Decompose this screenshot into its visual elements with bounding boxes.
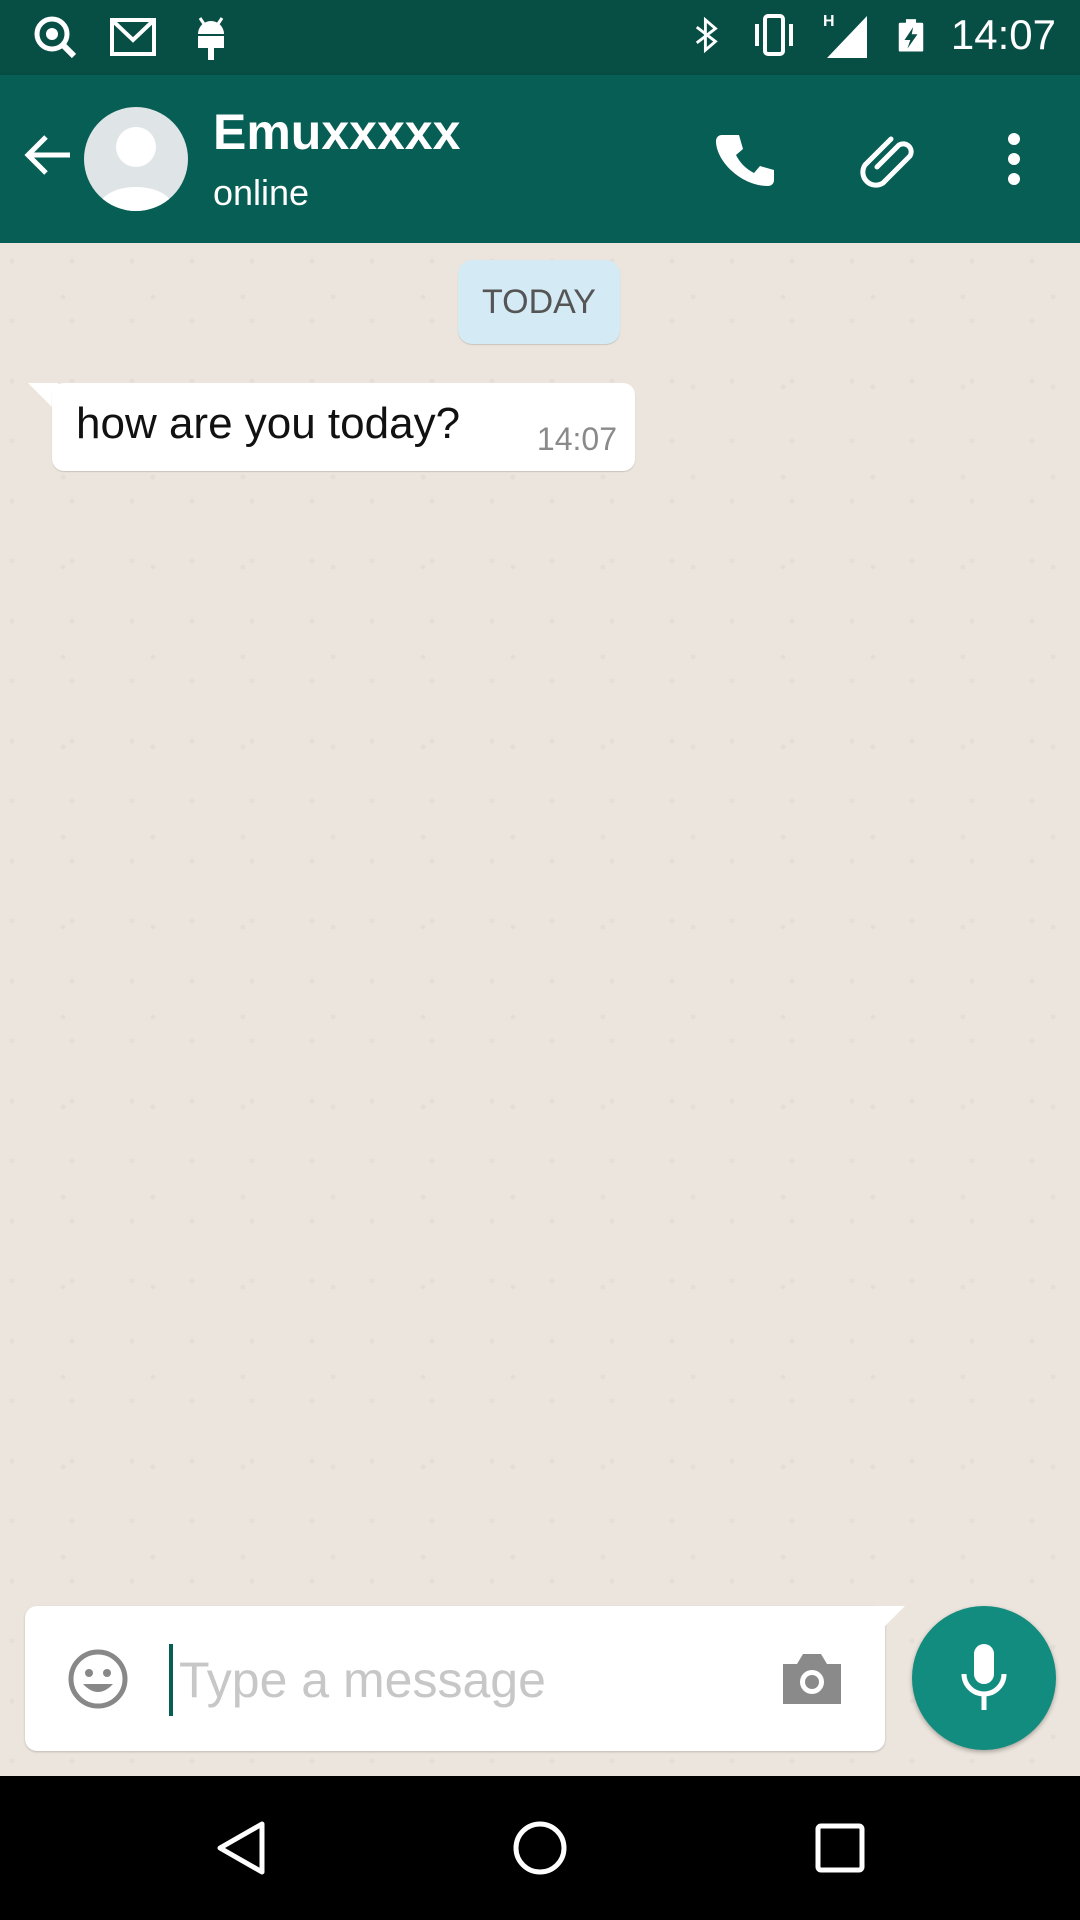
vibrate-icon (754, 14, 793, 56)
message-input[interactable] (177, 1634, 771, 1726)
system-nav-bar (0, 1776, 1080, 1920)
call-icon[interactable] (711, 127, 775, 191)
message-time: 14:07 (536, 421, 617, 457)
avatar[interactable] (84, 107, 188, 211)
message-text: how are you today? (76, 399, 461, 448)
default-avatar-icon (98, 127, 174, 211)
more-options-icon[interactable] (982, 127, 1046, 191)
chat-header: Emuxxxxx online (0, 75, 1080, 243)
contact-status: online (213, 172, 310, 213)
android-icon (198, 17, 224, 60)
contact-name[interactable]: Emuxxxxx (213, 103, 460, 161)
message-bubble-incoming[interactable]: how are you today? 14:07 (52, 383, 635, 471)
recents-nav-icon[interactable] (810, 1818, 870, 1878)
gmail-icon (110, 18, 156, 56)
text-cursor (169, 1644, 173, 1716)
back-nav-icon[interactable] (212, 1818, 272, 1878)
attach-icon[interactable] (855, 127, 919, 191)
status-bar: H 14:07 (0, 0, 1080, 75)
emoji-icon[interactable] (65, 1646, 131, 1712)
signal-h-icon: H (823, 13, 867, 58)
back-arrow-icon[interactable] (20, 127, 76, 183)
status-time: 14:07 (950, 11, 1056, 58)
camera-icon[interactable] (779, 1648, 845, 1708)
battery-charging-icon (898, 19, 924, 52)
mic-icon (961, 1644, 1007, 1710)
bluetooth-icon (695, 16, 718, 54)
date-chip: TODAY (458, 260, 620, 344)
home-nav-icon[interactable] (510, 1818, 570, 1878)
search-notification-icon (34, 16, 77, 59)
svg-text:H: H (823, 13, 835, 30)
mic-button[interactable] (912, 1606, 1056, 1750)
composer-tail (875, 1606, 905, 1636)
message-composer (25, 1606, 885, 1751)
chat-area[interactable]: TODAY how are you today? 14:07 (0, 243, 1080, 1776)
